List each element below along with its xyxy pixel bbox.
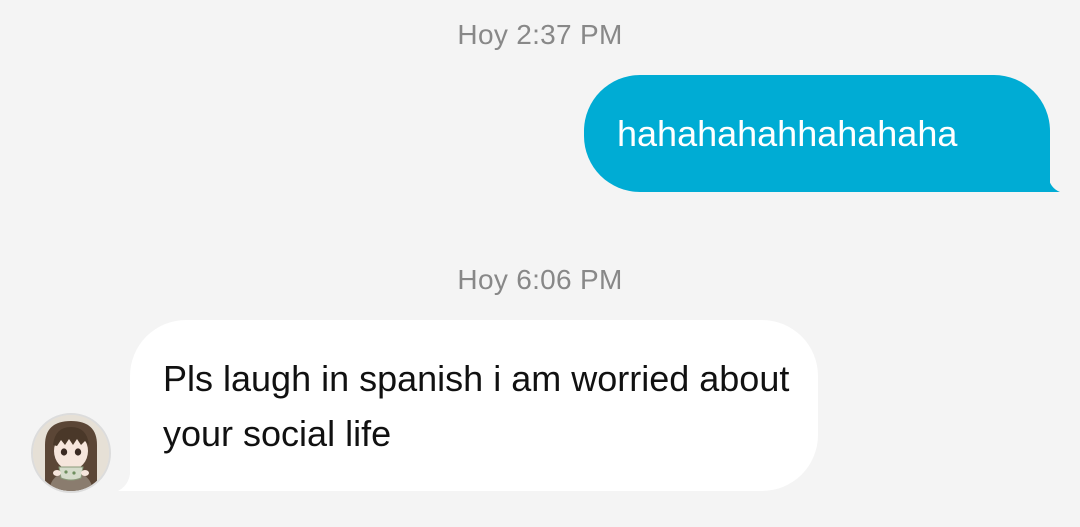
message-timestamp: Hoy 6:06 PM <box>457 264 623 295</box>
contact-avatar[interactable] <box>31 413 111 493</box>
message-text: Pls laugh in spanish i am worried about … <box>163 358 790 454</box>
avatar-anime-girl-icon <box>33 415 109 491</box>
bubble-tail-icon <box>1040 176 1060 192</box>
message-timestamp: Hoy 2:37 PM <box>457 19 623 50</box>
message-text: hahahahahhahahaha <box>617 112 958 154</box>
chat-thread: Hoy 2:37 PM hahahahahhahahaha Hoy 6:06 P… <box>0 0 1080 527</box>
incoming-message-bubble[interactable]: Pls laugh in spanish i am worried about … <box>130 320 818 491</box>
outgoing-message-bubble[interactable]: hahahahahhahahaha <box>584 75 1050 192</box>
bubble-tail-icon <box>118 474 140 491</box>
